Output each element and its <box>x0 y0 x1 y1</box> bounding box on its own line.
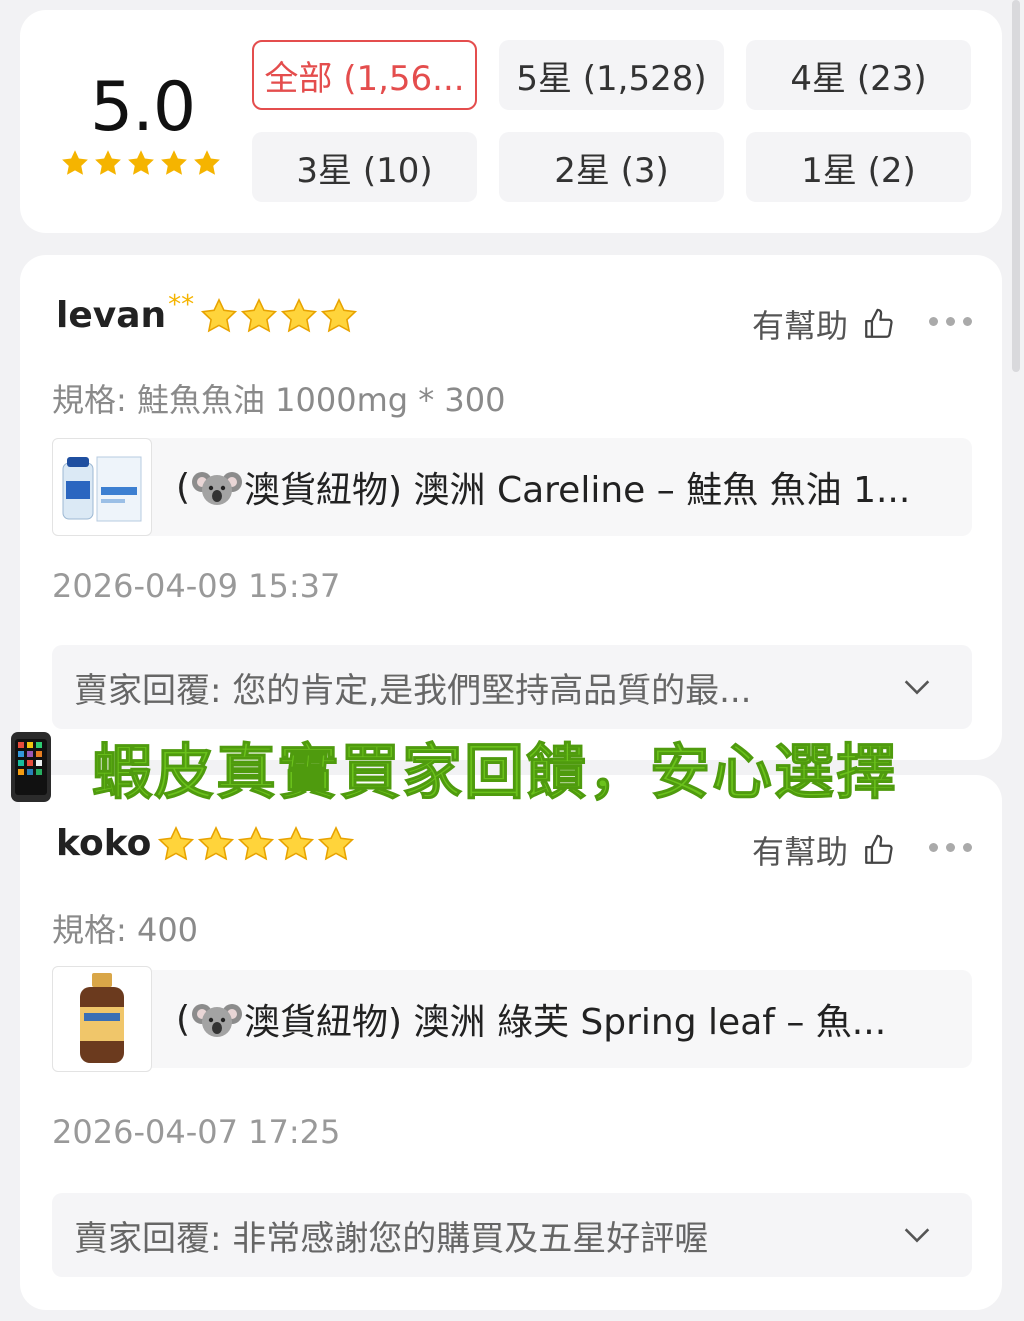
star-icon <box>281 297 318 332</box>
star-icon <box>241 297 278 332</box>
helpful-label: 有幫助 <box>751 307 848 345</box>
product-title-wrap: ( 澳貨紐物) 澳洲 Careline – 鮭魚 魚油 1... <box>176 461 946 513</box>
filter-2-star[interactable]: 2星 (3) <box>499 132 724 202</box>
star-icon <box>278 825 315 860</box>
review-card: levan ** 有幫助 規格: 鮭魚魚油 1000mg * 300 (澳貨紐… <box>20 255 1002 760</box>
product-title-prefix: ( <box>176 998 191 1040</box>
star-icon <box>238 825 275 860</box>
filter-4-star[interactable]: 4星 (23) <box>746 40 971 110</box>
product-title: 澳貨紐物) 澳洲 綠芙 Spring leaf – 魚... <box>244 1002 887 1043</box>
reviewer-header: levan ** <box>56 290 360 336</box>
reviewer-header: koko <box>56 823 357 864</box>
seller-reply[interactable]: 賣家回覆: 您的肯定,是我們堅持高品質的最... <box>52 645 972 729</box>
star-icon <box>95 150 121 175</box>
more-dots-icon[interactable] <box>929 843 972 852</box>
product-link[interactable]: ( 澳貨紐物) 澳洲 Careline – 鮭魚 魚油 1... <box>52 438 972 536</box>
review-rating-stars <box>200 297 360 335</box>
star-icon <box>128 150 154 175</box>
product-title-prefix: ( <box>176 466 191 508</box>
thumbs-up-icon <box>865 308 893 338</box>
thumbs-up-icon <box>865 834 893 864</box>
chevron-down-icon[interactable] <box>900 1218 934 1252</box>
star-icon <box>194 150 220 175</box>
product-title-wrap: ( 澳貨紐物) 澳洲 綠芙 Spring leaf – 魚... <box>176 993 946 1045</box>
review-timestamp: 2026-04-09 15:37 <box>52 567 341 605</box>
reviewer-name: levan <box>56 295 167 336</box>
variant-spec: 規格: 鮭魚魚油 1000mg * 300 <box>52 381 506 419</box>
filter-all[interactable]: 全部 (1,56... <box>252 40 477 110</box>
more-dots-icon[interactable] <box>929 317 972 326</box>
chevron-down-icon[interactable] <box>900 670 934 704</box>
star-icon <box>201 297 238 332</box>
product-link[interactable]: ( 澳貨紐物) 澳洲 綠芙 Spring leaf – 魚... <box>52 966 972 1072</box>
reviewer-name: koko <box>56 823 152 864</box>
variant-spec: 規格: 400 <box>52 911 199 949</box>
phone-icon <box>11 732 51 802</box>
seller-reply[interactable]: 賣家回覆: 非常感謝您的購買及五星好評喔 <box>52 1193 972 1277</box>
masked-name-stars: ** <box>168 289 195 320</box>
promo-banner: 蝦皮真實買家回饋，安心選擇 <box>0 722 1024 812</box>
star-icon <box>198 825 235 860</box>
helpful-button[interactable]: 有幫助 <box>752 827 896 873</box>
rating-summary-card: 5.0 全部 (1,56... 5星 (1,528) 4星 (23) 3星 (1… <box>20 10 1002 233</box>
seller-reply-text: 賣家回覆: 非常感謝您的購買及五星好評喔 <box>74 1218 709 1259</box>
review-card: koko 有幫助 規格: 400 (澳貨紐物) 澳洲 綠芙 Spring le… <box>20 775 1002 1310</box>
star-icon <box>321 297 358 332</box>
star-icon <box>161 150 187 175</box>
filter-5-star[interactable]: 5星 (1,528) <box>499 40 724 110</box>
star-icon <box>318 825 355 860</box>
filter-1-star[interactable]: 1星 (2) <box>746 132 971 202</box>
overall-stars <box>60 148 222 178</box>
helpful-label: 有幫助 <box>751 833 848 871</box>
promo-text: 蝦皮真實買家回饋，安心選擇 <box>92 737 898 808</box>
product-image <box>52 438 152 536</box>
product-title: 澳貨紐物) 澳洲 Careline – 鮭魚 魚油 1... <box>244 470 911 511</box>
helpful-button[interactable]: 有幫助 <box>752 301 896 347</box>
star-icon <box>62 150 88 175</box>
review-rating-stars <box>157 825 357 863</box>
product-image <box>52 966 152 1072</box>
koala-icon <box>192 472 243 505</box>
review-timestamp: 2026-04-07 17:25 <box>52 1113 341 1151</box>
scrollbar[interactable] <box>1012 0 1020 372</box>
filter-3-star[interactable]: 3星 (10) <box>252 132 477 202</box>
overall-score: 5.0 <box>90 68 196 147</box>
seller-reply-text: 賣家回覆: 您的肯定,是我們堅持高品質的最... <box>74 670 752 711</box>
star-icon <box>158 825 195 860</box>
koala-icon <box>192 1004 243 1037</box>
